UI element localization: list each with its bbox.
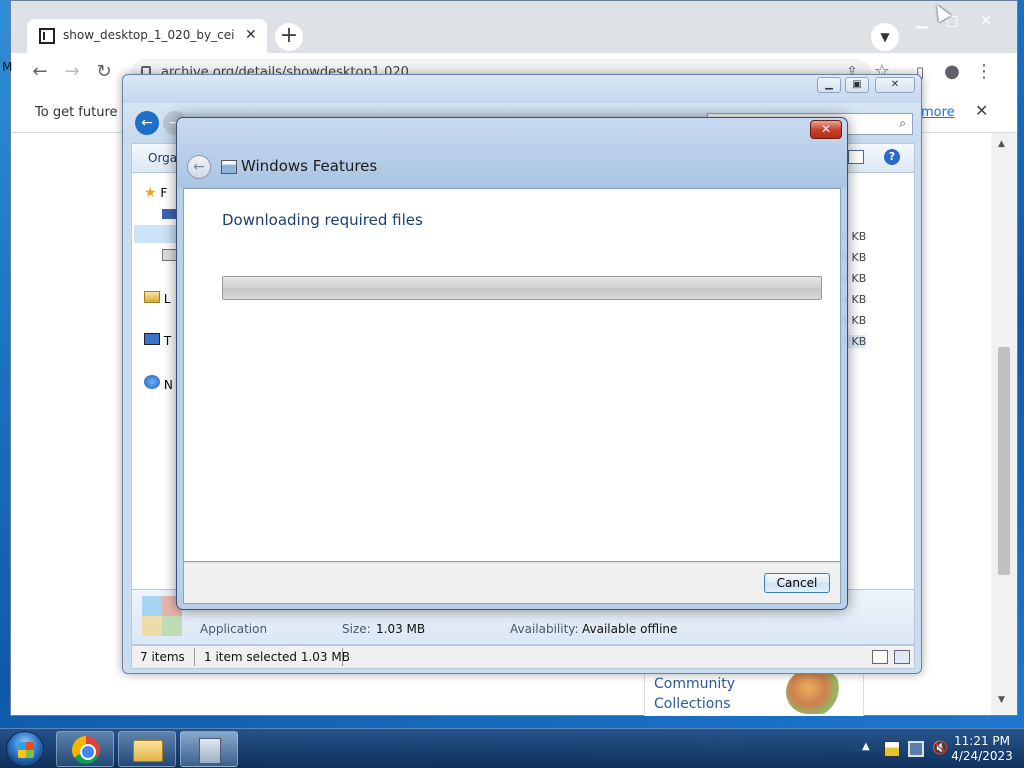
nav-favorites[interactable]: ★ F [144,185,167,201]
start-button[interactable] [6,731,44,767]
nav-selected-item[interactable] [134,225,178,243]
details-availability-value: Available offline [582,622,678,636]
scroll-thumb[interactable] [998,347,1010,575]
dialog-footer: Cancel [183,562,841,604]
archive-favicon-icon [39,28,55,44]
tab-title: show_desktop_1_020_by_ceiiular [63,28,235,42]
download-progress-bar [222,276,822,300]
taskbar-chrome-button[interactable] [56,731,114,767]
taskbar: ▲ 🔇 11:21 PM 4/24/2023 [0,728,1024,768]
status-item-count: 7 items [140,650,185,664]
details-size-label: Size: [342,622,371,636]
chevron-down-icon: ▼ [880,30,890,44]
browser-tab[interactable]: show_desktop_1_020_by_ceiiular ✕ [27,19,267,53]
dialog-back-button[interactable]: ← [187,155,211,179]
nav-network-label: N [163,378,173,392]
learn-more-link[interactable]: more [921,105,955,120]
dialog-body: Downloading required files [183,188,841,562]
windows-features-dialog: ✕ ← Windows Features Downloading require… [176,117,848,610]
explorer-close-button[interactable]: ✕ [875,77,915,93]
large-icons-view-icon[interactable] [894,650,910,664]
page-scrollbar[interactable]: ▲ ▼ [991,133,1017,715]
dialog-heading: Downloading required files [222,211,423,229]
windows-features-icon [221,160,237,174]
nav-computer-label: T [163,334,172,348]
details-size-value: 1.03 MB [376,622,426,636]
help-icon[interactable]: ? [884,149,900,165]
community-link-line1: Community [654,676,736,692]
details-availability-label: Availability: [510,622,579,636]
network-icon [144,375,160,389]
dialog-title: Windows Features [241,157,378,175]
show-hidden-icons-icon[interactable]: ▲ [862,741,870,752]
minimize-button[interactable]: ▁ [907,11,937,31]
explorer-back-button[interactable]: ← [135,111,159,135]
nav-libraries[interactable]: L [144,291,171,306]
status-selection: 1 item selected 1.03 MB [204,650,350,664]
nav-network[interactable]: N [144,375,173,392]
scroll-down-icon[interactable]: ▼ [998,695,1005,705]
profile-avatar-icon[interactable]: ● [939,59,965,85]
community-collections-link[interactable]: Community Collections [654,674,735,714]
taskbar-clock[interactable]: 11:21 PM 4/24/2023 [944,734,1020,764]
new-tab-button[interactable]: + [275,23,303,51]
network-tray-icon[interactable] [908,741,924,757]
libraries-icon [144,291,160,303]
info-bar-close-button[interactable]: ✕ [975,101,988,120]
dialog-close-button[interactable]: ✕ [810,120,842,139]
info-bar-message: To get future G [35,105,132,120]
community-logo [786,670,842,714]
forward-arrow-icon[interactable]: → [59,59,85,85]
folder-icon [133,740,163,762]
nav-libraries-label: L [163,292,171,306]
windows-features-taskbar-icon [199,738,221,764]
tab-close-button[interactable]: ✕ [245,27,257,43]
action-center-flag-icon[interactable] [884,741,900,757]
details-type-value: Application [200,622,268,636]
clock-date: 4/24/2023 [951,749,1013,763]
menu-kebab-icon[interactable]: ⋮ [971,59,997,85]
taskbar-windows-features-button[interactable] [180,731,238,767]
explorer-minimize-button[interactable]: ▁ [817,77,841,93]
clock-time: 11:21 PM [954,734,1010,748]
taskbar-explorer-button[interactable] [118,731,176,767]
page-fragment-text: M [2,60,13,74]
cancel-button[interactable]: Cancel [764,573,830,593]
chrome-icon [72,736,100,764]
computer-icon [144,333,160,345]
nav-computer[interactable]: T [144,333,171,348]
reload-icon[interactable]: ↻ [91,59,117,85]
status-bar: 7 items 1 item selected 1.03 MB [131,645,915,669]
search-icon: ⌕ [899,116,906,130]
details-view-icon[interactable] [872,650,888,664]
nav-favorites-label: F [160,186,168,200]
status-separator [194,648,195,666]
community-link-line2: Collections [654,696,731,712]
star-icon: ★ [144,185,157,201]
tab-strip: show_desktop_1_020_by_ceiiular ✕ + ▼ ▁ □… [11,1,1017,53]
status-separator [342,648,343,666]
explorer-titlebar: ▁ ▣ ✕ [123,75,921,103]
close-window-button[interactable]: ✕ [971,11,1001,31]
explorer-maximize-button[interactable]: ▣ [845,77,869,93]
back-arrow-icon[interactable]: ← [27,59,53,85]
view-options-icon[interactable] [848,150,864,164]
windows-logo-icon [18,742,34,758]
scroll-up-icon[interactable]: ▲ [998,139,1005,149]
dialog-titlebar: ✕ ← Windows Features [177,118,847,188]
organize-menu[interactable]: Orga [148,151,177,165]
tab-search-button[interactable]: ▼ [871,23,899,51]
